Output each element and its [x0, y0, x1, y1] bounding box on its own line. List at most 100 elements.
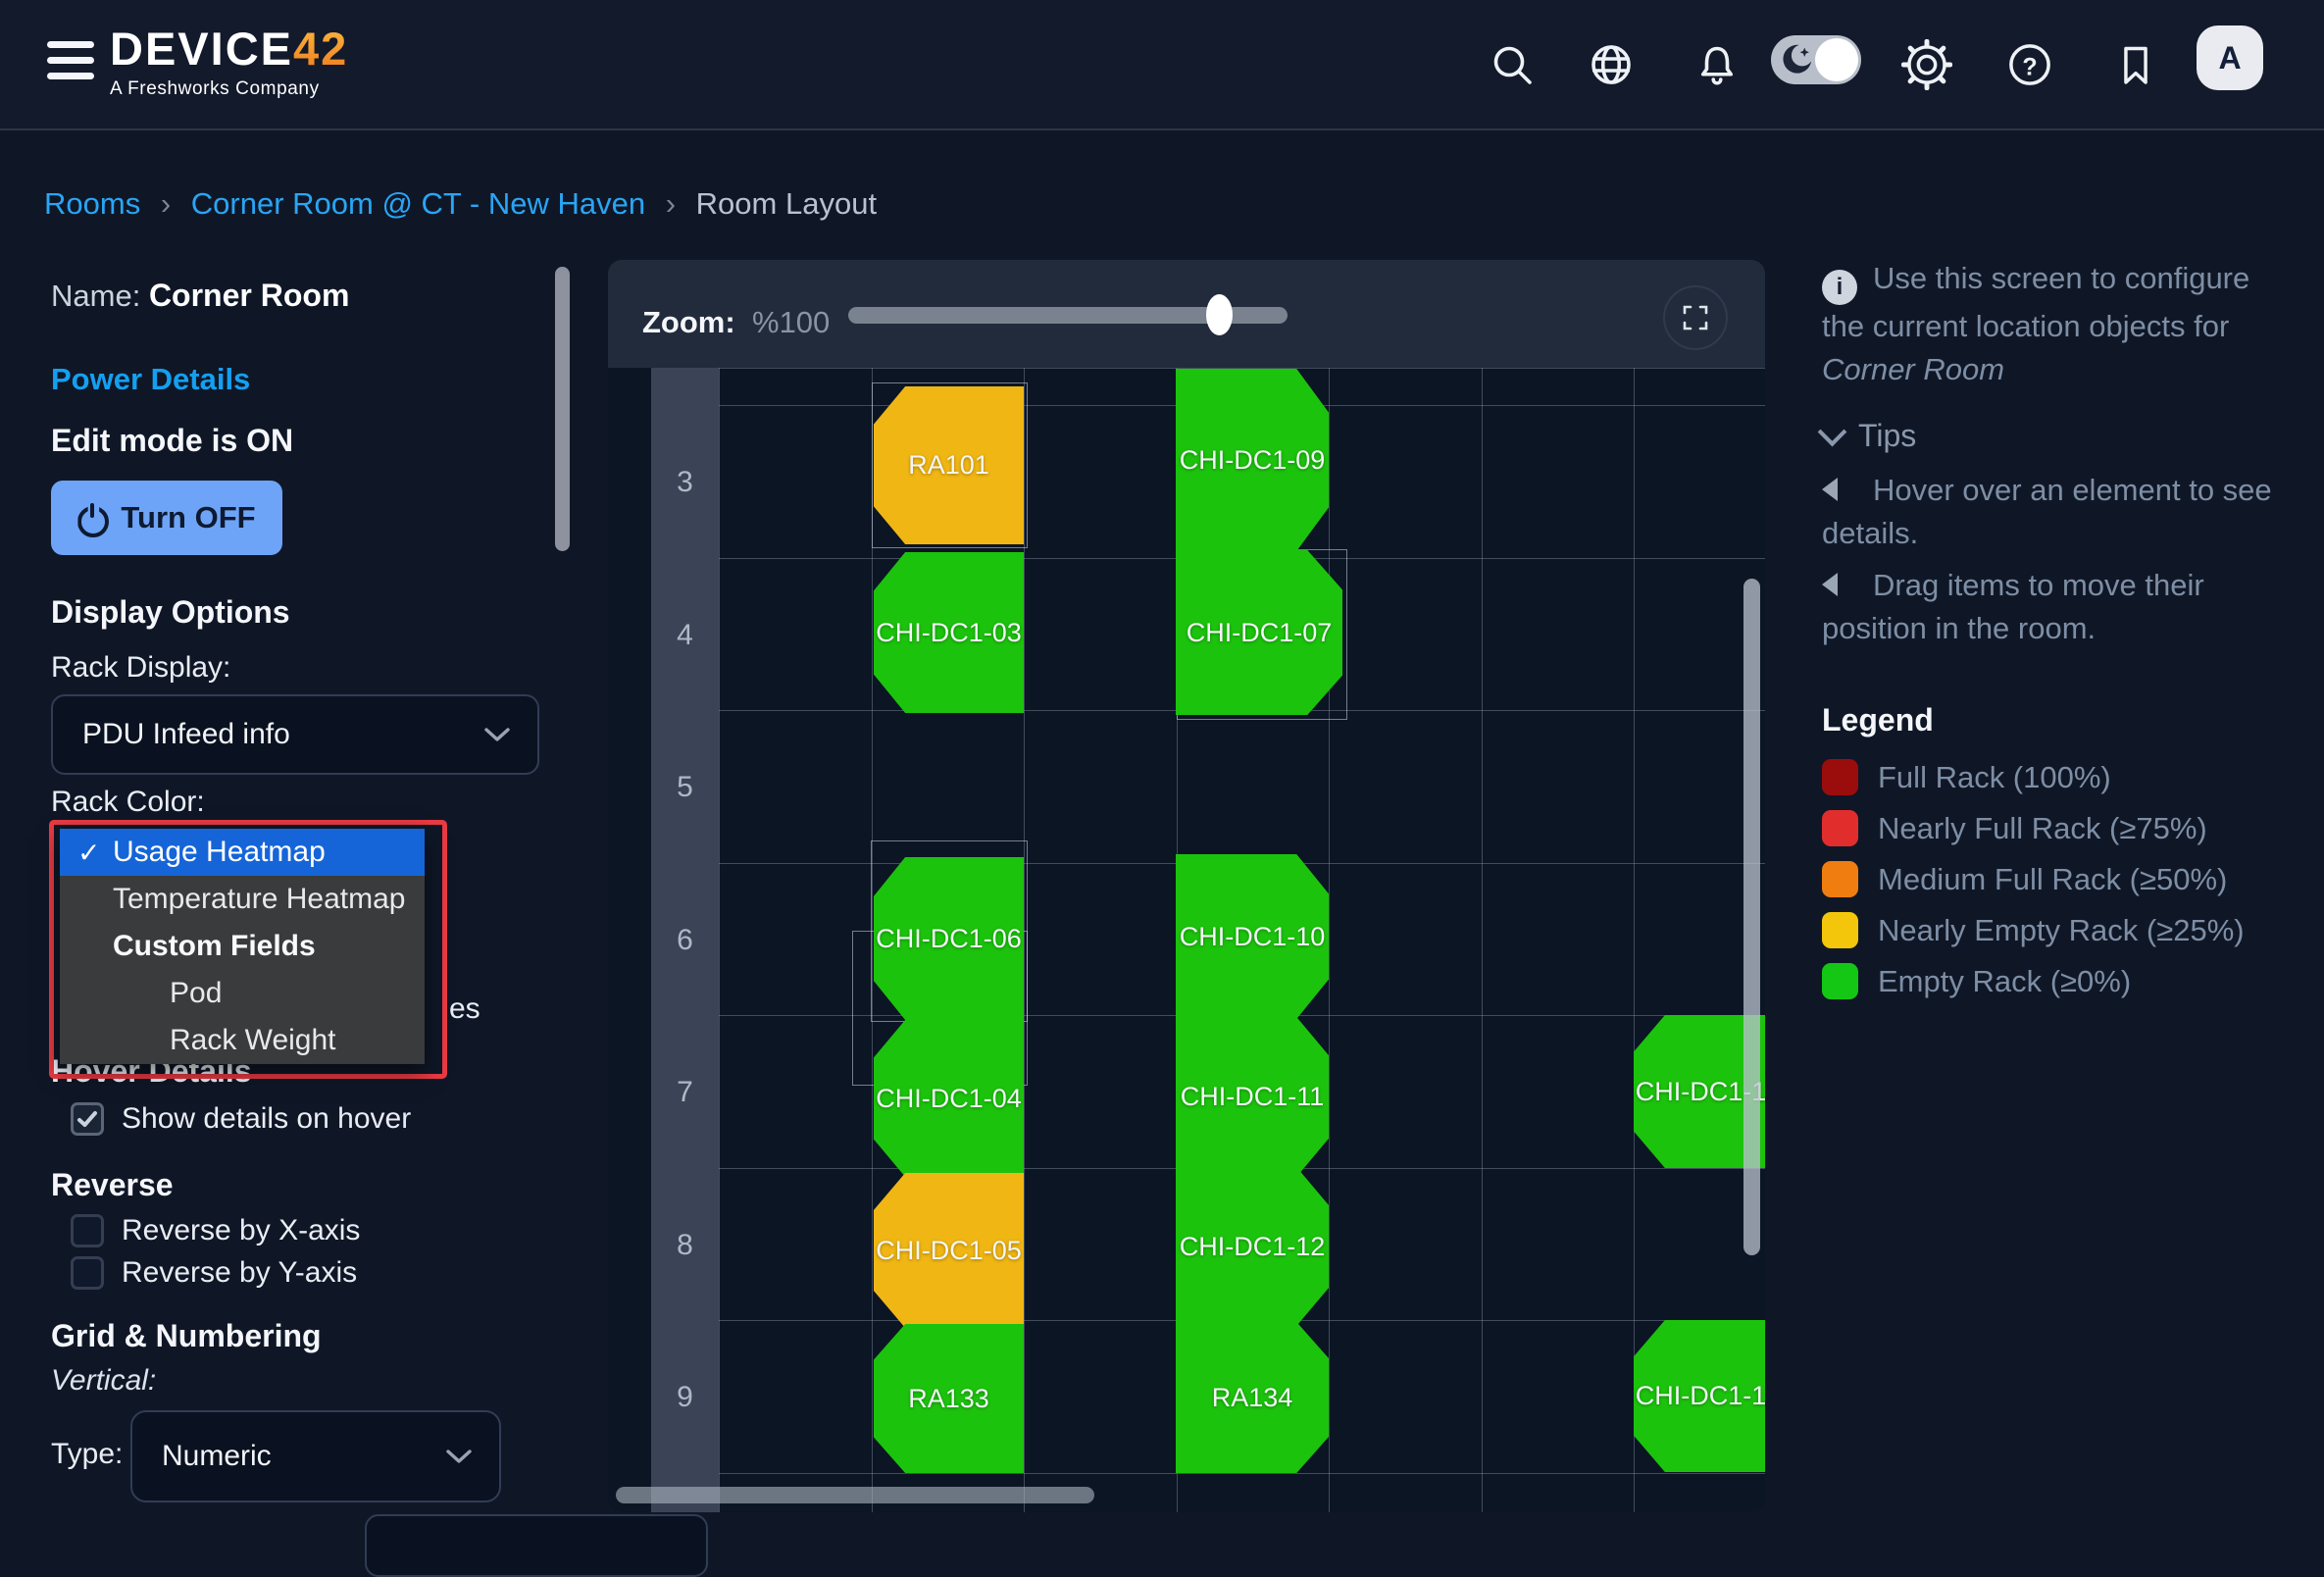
menu-icon[interactable] [47, 41, 94, 88]
breadcrumb-room[interactable]: Corner Room @ CT - New Haven [191, 186, 645, 221]
device42-logo[interactable]: DEVICE42 A Freshworks Company [110, 22, 348, 100]
bookmark-icon[interactable] [2108, 37, 2163, 92]
row-number: 3 [651, 466, 719, 499]
legend-swatch [1822, 912, 1858, 948]
fullscreen-button[interactable] [1663, 285, 1728, 350]
breadcrumb-rooms[interactable]: Rooms [44, 186, 140, 221]
breadcrumb-current: Room Layout [696, 186, 877, 221]
rack-tile-chi-dc1-09[interactable]: CHI-DC1-09 [1176, 369, 1329, 551]
rack-tile-ra133[interactable]: RA133 [874, 1324, 1024, 1473]
logo-accent: 42 [293, 23, 348, 75]
legend-item: Empty Rack (≥0%) [1822, 963, 2131, 999]
row-number: 4 [651, 619, 719, 652]
globe-icon[interactable] [1584, 37, 1639, 92]
partial-hidden-text: es [449, 992, 480, 1026]
moon-icon [1783, 45, 1811, 74]
rack-tile-ra134[interactable]: RA134 [1176, 1322, 1329, 1473]
power-details-link[interactable]: Power Details [51, 362, 250, 397]
turn-off-button[interactable]: Turn OFF [51, 481, 282, 555]
grid-line [651, 368, 1765, 369]
rack-tile-chi-dc1-11[interactable]: CHI-DC1-11 [1176, 1017, 1329, 1177]
tips-collapse-header[interactable]: Tips [1822, 418, 1916, 454]
grid-line [1634, 368, 1635, 1512]
info-room-name: Corner Room [1822, 352, 2004, 386]
row-number: 7 [651, 1076, 719, 1109]
zoom-value: %100 [752, 305, 830, 340]
menu-item-pod[interactable]: Pod [60, 970, 425, 1017]
check-icon: ✓ [77, 837, 103, 869]
show-details-option[interactable]: Show details on hover [71, 1102, 411, 1136]
rack-tile-ra101[interactable]: RA101 [874, 386, 1024, 544]
rack-tile-chi-dc1-04[interactable]: CHI-DC1-04 [874, 1020, 1024, 1177]
rack-color-label: Rack Color: [51, 786, 205, 819]
triangle-left-icon [1822, 478, 1838, 501]
legend-swatch [1822, 861, 1858, 897]
rack-tile-chi-dc1-07[interactable]: CHI-DC1-07 [1176, 550, 1342, 715]
legend-item: Full Rack (100%) [1822, 759, 2111, 795]
menu-item-usage-heatmap[interactable]: ✓ Usage Heatmap [60, 829, 425, 876]
power-icon [77, 503, 107, 533]
rack-tile-chi-dc1-05[interactable]: CHI-DC1-05 [874, 1173, 1024, 1328]
info-icon: i [1822, 270, 1857, 305]
grid-line [1482, 368, 1483, 1512]
rack-color-open-menu: ✓ Usage Heatmap Temperature Heatmap Custom … [60, 829, 425, 1064]
settings-gear-icon[interactable] [1899, 37, 1954, 92]
legend-label: Nearly Empty Rack (≥25%) [1878, 913, 2245, 948]
legend-item: Nearly Full Rack (≥75%) [1822, 810, 2207, 846]
triangle-left-icon [1822, 573, 1838, 596]
row-number: 6 [651, 924, 719, 957]
reverse-x-option[interactable]: Reverse by X-axis [71, 1214, 360, 1247]
grid-line [719, 368, 720, 1512]
zoom-slider[interactable] [848, 307, 1288, 324]
theme-toggle[interactable] [1771, 35, 1861, 84]
rack-tile-chi-dc1-10[interactable]: CHI-DC1-10 [1176, 854, 1329, 1019]
menu-item-custom-fields[interactable]: Custom Fields [60, 923, 425, 970]
reverse-y-option[interactable]: Reverse by Y-axis [71, 1256, 357, 1290]
row-number: 5 [651, 771, 719, 804]
vertical-label: Vertical: [51, 1364, 156, 1398]
chevron-down-icon [1818, 418, 1847, 447]
canvas-toolbar: Zoom: %100 [608, 260, 1765, 368]
legend-swatch [1822, 963, 1858, 999]
sidebar-scrollbar[interactable] [555, 267, 570, 551]
row-number: 8 [651, 1229, 719, 1262]
avatar[interactable]: A [2197, 25, 2263, 90]
type-label: Type: [51, 1438, 123, 1471]
zoom-label: Zoom: [642, 305, 735, 340]
bell-icon[interactable] [1690, 37, 1744, 92]
search-icon[interactable] [1485, 37, 1540, 92]
edit-mode-status: Edit mode is ON [51, 423, 293, 459]
room-name: Name: Corner Room [51, 278, 349, 314]
legend-label: Empty Rack (≥0%) [1878, 964, 2131, 999]
reverse-heading: Reverse [51, 1167, 174, 1203]
room-name-value: Corner Room [149, 278, 349, 313]
breadcrumb: Rooms › Corner Room @ CT - New Haven › R… [44, 186, 877, 222]
menu-item-label: Usage Heatmap [113, 836, 326, 869]
rack-tile-chi-dc1-03[interactable]: CHI-DC1-03 [874, 552, 1024, 713]
menu-item-rack-weight[interactable]: Rack Weight [60, 1017, 425, 1064]
menu-item-temperature-heatmap[interactable]: Temperature Heatmap [60, 876, 425, 923]
help-icon[interactable]: ? [2002, 37, 2057, 92]
legend-label: Full Rack (100%) [1878, 760, 2111, 795]
rack-tile-chi-dc1-12[interactable]: CHI-DC1-12 [1176, 1167, 1329, 1326]
rack-tile-chi-dc1-06[interactable]: CHI-DC1-06 [874, 857, 1024, 1020]
rack-display-select[interactable]: PDU Infeed info [51, 694, 539, 775]
info-text: iUse this screen to configure the curren… [1822, 257, 2295, 391]
type-select[interactable]: Numeric [130, 1410, 501, 1502]
checkbox-unchecked[interactable] [71, 1214, 104, 1247]
row-number: 9 [651, 1381, 719, 1414]
zoom-slider-thumb[interactable] [1206, 294, 1233, 335]
canvas-horizontal-scrollbar[interactable] [616, 1487, 1094, 1503]
legend-swatch [1822, 759, 1858, 795]
display-options-heading: Display Options [51, 594, 290, 631]
rack-tile-chi-dc1-18[interactable]: CHI-DC1-18 [1634, 1320, 1765, 1472]
canvas-vertical-scrollbar[interactable] [1743, 579, 1760, 1255]
checkbox-checked[interactable] [71, 1102, 104, 1136]
menu-item-label: Custom Fields [113, 930, 316, 963]
logo-subtitle: A Freshworks Company [110, 78, 348, 100]
tip-item: Drag items to move their position in the… [1822, 564, 2295, 650]
menu-item-label: Temperature Heatmap [113, 883, 405, 916]
checkbox-unchecked[interactable] [71, 1256, 104, 1290]
grid-line [1329, 368, 1330, 1512]
fullscreen-icon [1681, 303, 1710, 332]
